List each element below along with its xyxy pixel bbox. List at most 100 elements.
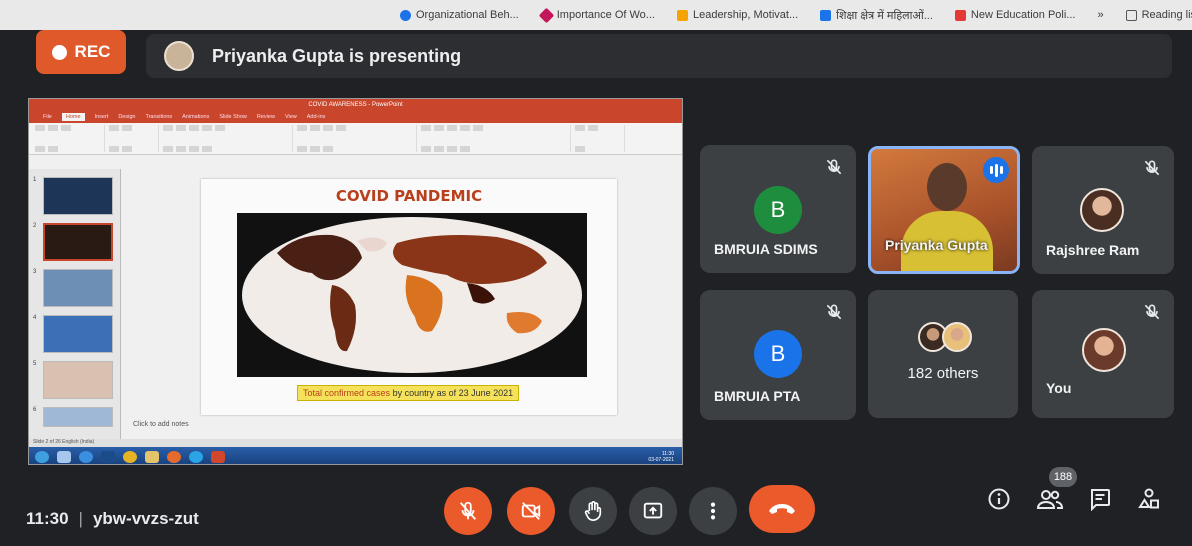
explorer-icon[interactable] xyxy=(57,450,71,463)
avatar: B xyxy=(754,186,802,234)
participant-tile[interactable]: B BMRUIA PTA xyxy=(700,290,856,420)
reading-list-button[interactable]: Reading list xyxy=(1125,9,1192,21)
divider: | xyxy=(78,509,83,528)
participant-name: Priyanka Gupta xyxy=(885,237,988,253)
start-icon[interactable] xyxy=(35,450,49,463)
recording-badge: REC xyxy=(36,30,126,74)
ppt-tab: View xyxy=(284,114,297,120)
current-slide: COVID PANDEMIC Total confirmed cases by … xyxy=(201,179,617,415)
edge-icon[interactable] xyxy=(189,450,203,463)
ppt-tab: Home xyxy=(61,113,85,121)
avatar xyxy=(1082,328,1126,372)
ppt-tab: Review xyxy=(256,114,275,120)
person-head xyxy=(927,163,967,211)
participant-tile-active-speaker[interactable]: Priyanka Gupta xyxy=(868,146,1020,274)
shared-screen[interactable]: COVID AWARENESS - PowerPoint File Home I… xyxy=(28,98,683,465)
meeting-time: 11:30 xyxy=(26,509,69,528)
mic-off-icon xyxy=(1144,160,1160,176)
mic-off-icon xyxy=(826,304,842,320)
slide-thumbnail[interactable] xyxy=(43,407,113,427)
speaking-indicator-icon xyxy=(983,157,1009,183)
bookmark-item[interactable]: New Education Poli... xyxy=(954,9,1075,21)
bookmark-item[interactable]: Leadership, Motivat... xyxy=(676,9,798,21)
mic-off-icon xyxy=(826,159,842,175)
others-count: 182 others xyxy=(907,365,979,382)
bookmark-icon xyxy=(676,9,688,21)
bookmarks-overflow-button[interactable]: » xyxy=(1097,9,1103,21)
mic-toggle-button[interactable] xyxy=(444,487,492,535)
bookmarks-bar: Organizational Beh... Importance Of Wo..… xyxy=(0,0,1192,30)
ie-icon[interactable] xyxy=(79,450,93,463)
chrome-icon[interactable] xyxy=(123,450,137,463)
ppt-tab: Transitions xyxy=(145,114,173,120)
heart-icon xyxy=(538,7,555,23)
ppt-tab: File xyxy=(43,114,52,120)
raise-hand-icon xyxy=(584,501,602,521)
meeting-details-button[interactable] xyxy=(982,482,1016,516)
slide-title: COVID PANDEMIC xyxy=(335,187,483,205)
presenting-banner: Priyanka Gupta is presenting xyxy=(146,34,1172,78)
raise-hand-button[interactable] xyxy=(569,487,617,535)
firefox-icon[interactable] xyxy=(167,450,181,463)
camera-off-icon xyxy=(521,502,541,520)
people-button[interactable] xyxy=(1033,482,1067,516)
more-options-button[interactable] xyxy=(689,487,737,535)
ppt-status-bar: Slide 2 of 26 English (India) xyxy=(29,439,682,447)
more-icon xyxy=(710,502,716,520)
bookmark-item[interactable]: Organizational Beh... xyxy=(400,9,519,21)
slide-thumbnail[interactable] xyxy=(43,177,113,215)
info-icon xyxy=(988,488,1010,510)
chat-button[interactable] xyxy=(1083,482,1117,516)
participant-name: You xyxy=(1046,380,1072,396)
participant-tile[interactable]: Rajshree Ram xyxy=(1032,146,1174,274)
ppt-ribbon-tabs: File Home Insert Design Transitions Anim… xyxy=(29,111,682,123)
doc-icon xyxy=(820,9,832,21)
avatar xyxy=(1080,188,1124,232)
meet-window: Organizational Beh... Importance Of Wo..… xyxy=(0,0,1192,546)
reading-list-icon xyxy=(1125,9,1137,21)
participant-tile[interactable]: B BMRUIA SDIMS xyxy=(700,145,856,273)
bookmark-item[interactable]: Importance Of Wo... xyxy=(538,7,655,23)
slide-thumbnail[interactable] xyxy=(43,269,113,307)
people-icon xyxy=(1036,490,1064,509)
folder-icon[interactable] xyxy=(145,450,159,463)
end-call-icon xyxy=(769,504,795,514)
participant-name: Rajshree Ram xyxy=(1046,242,1140,258)
self-tile[interactable]: You xyxy=(1032,290,1174,418)
windows-taskbar: 11:30 03-07-2021 xyxy=(29,447,682,464)
ppt-tab: Design xyxy=(118,114,136,120)
notes-placeholder[interactable]: Click to add notes xyxy=(133,421,189,428)
meeting-details[interactable]: 11:30 | ybw-vvzs-zut xyxy=(26,509,199,529)
ppt-tab: Animations xyxy=(182,114,210,120)
mic-off-icon xyxy=(1144,304,1160,320)
bookmark-item[interactable]: शिक्षा क्षेत्र में महिलाओं... xyxy=(820,8,933,23)
slide-thumbnail[interactable] xyxy=(43,223,113,261)
camera-toggle-button[interactable] xyxy=(507,487,555,535)
presenter-avatar xyxy=(164,41,194,71)
leave-call-button[interactable] xyxy=(749,485,815,533)
world-map-image xyxy=(237,213,587,377)
avatar: B xyxy=(754,330,802,378)
participant-name: BMRUIA SDIMS xyxy=(714,241,818,257)
slide-caption: Total confirmed cases by country as of 2… xyxy=(297,385,520,401)
activities-button[interactable] xyxy=(1132,482,1166,516)
chat-icon xyxy=(1091,489,1110,511)
globe-icon xyxy=(400,9,411,21)
ppt-tab: Slide Show xyxy=(219,114,247,120)
youtube-icon xyxy=(954,9,966,21)
participant-name: BMRUIA PTA xyxy=(714,388,801,404)
media-icon[interactable] xyxy=(101,450,115,463)
present-now-button[interactable] xyxy=(629,487,677,535)
ppt-ribbon xyxy=(29,123,682,155)
meeting-code: ybw-vvzs-zut xyxy=(92,509,199,528)
slide-thumbnail[interactable] xyxy=(43,315,113,353)
ppt-title-bar: COVID AWARENESS - PowerPoint xyxy=(29,99,682,111)
avatar xyxy=(942,322,972,352)
others-tile[interactable]: 182 others xyxy=(868,290,1018,418)
record-dot-icon xyxy=(51,44,67,60)
slide-thumbnail[interactable] xyxy=(43,361,113,399)
mic-off-icon xyxy=(459,501,477,520)
ppt-tab: Add-ins xyxy=(306,114,326,120)
powerpoint-icon[interactable] xyxy=(211,450,225,463)
activities-icon xyxy=(1138,488,1159,509)
